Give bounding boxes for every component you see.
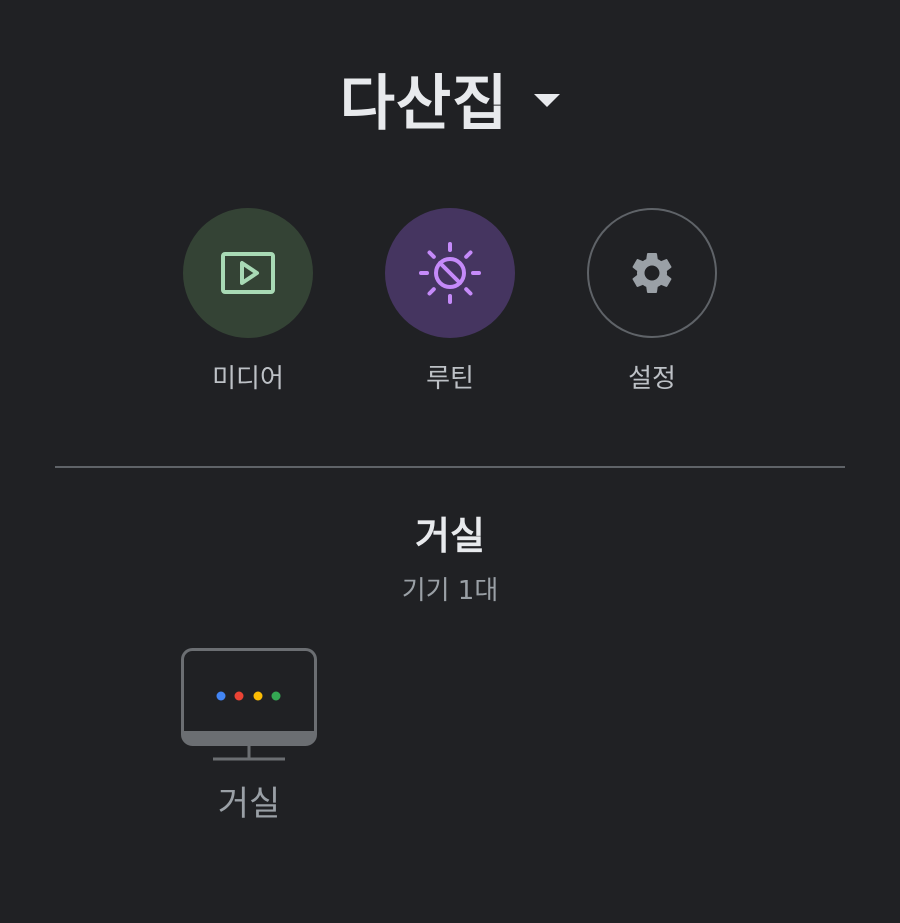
routine-sun-icon: [419, 242, 481, 304]
quick-actions: 미디어 루틴 설정: [0, 208, 900, 395]
section-divider: [55, 466, 845, 468]
media-label: 미디어: [212, 364, 284, 394]
routine-label: 루틴: [426, 364, 474, 394]
media-circle[interactable]: [183, 208, 313, 338]
settings-action-button[interactable]: 설정: [587, 208, 717, 395]
home-header: 다산집: [0, 58, 900, 139]
room-title: 거실: [415, 514, 485, 558]
room-device-count: 기기 1대: [401, 576, 499, 606]
gear-icon: [632, 253, 672, 293]
device-tile-living-room[interactable]: 거실: [165, 648, 333, 825]
play-screen-icon: [221, 252, 275, 294]
smart-display-icon: [181, 648, 317, 761]
home-title: 다산집: [339, 68, 509, 139]
routine-circle[interactable]: [385, 208, 515, 338]
home-selector[interactable]: 다산집: [340, 55, 561, 142]
device-label: 거실: [217, 784, 281, 824]
routine-action-button[interactable]: 루틴: [385, 208, 515, 395]
arrow-drop-down-icon: [534, 94, 561, 107]
settings-circle[interactable]: [587, 208, 717, 338]
media-action-button[interactable]: 미디어: [183, 208, 313, 395]
settings-label: 설정: [628, 364, 676, 394]
